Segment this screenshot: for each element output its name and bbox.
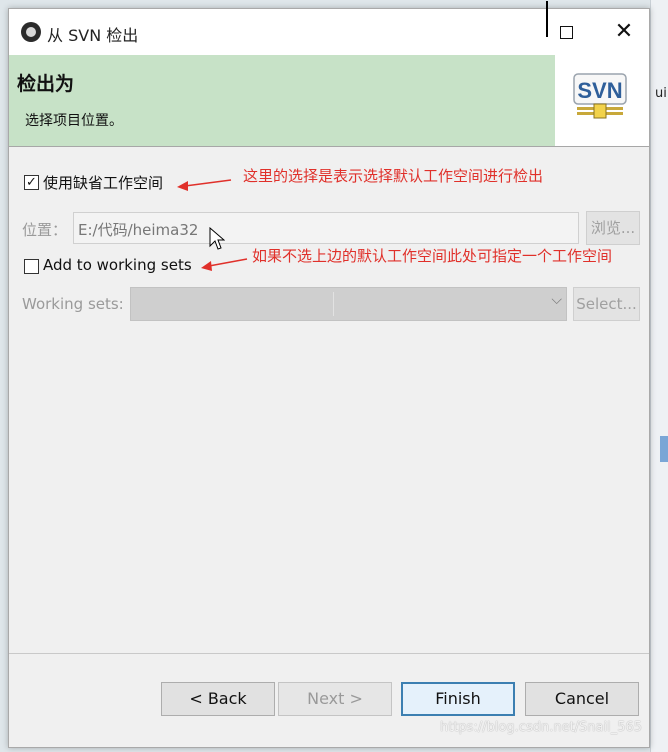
mouse-pointer-icon (209, 227, 225, 250)
add-to-working-sets-checkbox[interactable] (24, 259, 39, 274)
annotation-default-workspace: 这里的选择是表示选择默认工作空间进行检出 (243, 167, 544, 185)
wizard-banner: 检出为 选择项目位置。 SVN (9, 55, 649, 147)
browse-button[interactable]: 浏览... (586, 211, 640, 245)
checkmark-icon: ✓ (26, 175, 37, 190)
title-bar[interactable]: 从 SVN 检出 ✕ (9, 9, 649, 55)
working-sets-label: Working sets: (22, 295, 124, 313)
use-default-workspace-label[interactable]: 使用缺省工作空间 (43, 172, 163, 193)
wizard-content: ✓ 使用缺省工作空间 这里的选择是表示选择默认工作空间进行检出 位置： E:/代… (9, 148, 649, 648)
back-button[interactable]: < Back (161, 682, 275, 716)
use-default-workspace-checkbox[interactable]: ✓ (24, 175, 39, 190)
annotation-arrow-icon (177, 179, 232, 191)
working-sets-select[interactable]: ⌵ (130, 287, 567, 321)
eclipse-app-icon (21, 22, 41, 42)
location-label: 位置： (22, 221, 68, 239)
checkout-dialog: 从 SVN 检出 ✕ 检出为 选择项目位置。 SVN ✓ 使用缺省工作空间 这里… (8, 1, 650, 748)
window-title: 从 SVN 检出 (47, 26, 139, 45)
svn-logo-text: SVN (577, 78, 622, 103)
maximize-button[interactable] (543, 13, 589, 51)
banner-title: 检出为 (17, 73, 75, 95)
banner-logo-area: SVN (555, 55, 649, 146)
background-window-fragment: ui (655, 86, 667, 101)
banner-subtitle: 选择项目位置。 (25, 113, 123, 129)
annotation-working-sets: 如果不选上边的默认工作空间此处可指定一个工作空间 (252, 247, 613, 265)
chevron-down-icon: ⌵ (551, 292, 562, 308)
location-input[interactable]: E:/代码/heima32 (73, 212, 579, 244)
select-divider (333, 292, 334, 316)
text-cursor-line (546, 1, 548, 37)
close-icon: ✕ (614, 19, 634, 44)
select-working-sets-button[interactable]: Select... (573, 287, 640, 321)
close-button[interactable]: ✕ (601, 13, 647, 51)
background-blue-marker (660, 436, 668, 462)
background-window-edge (650, 0, 668, 752)
add-to-working-sets-label[interactable]: Add to working sets (43, 256, 192, 274)
button-bar-separator (9, 653, 649, 654)
watermark: https://blog.csdn.net/Snail_565 (440, 720, 643, 735)
next-button[interactable]: Next > (278, 682, 392, 716)
annotation-arrow-icon (201, 258, 248, 271)
finish-button[interactable]: Finish (401, 682, 515, 716)
svn-logo-icon: SVN (573, 73, 627, 119)
cancel-button[interactable]: Cancel (525, 682, 639, 716)
maximize-icon (559, 25, 573, 39)
